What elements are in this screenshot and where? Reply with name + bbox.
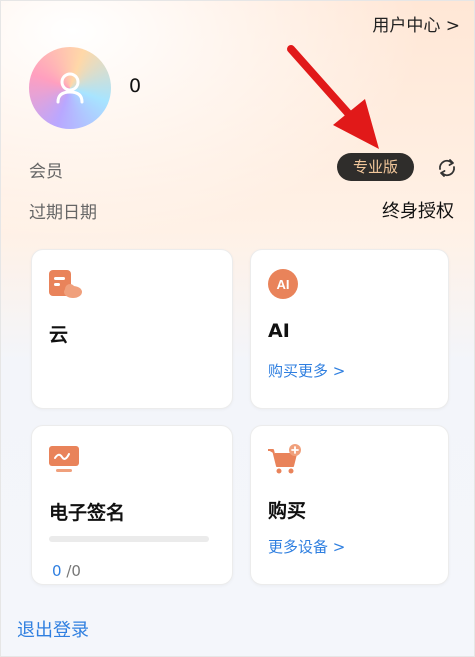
- svg-text:AI: AI: [277, 277, 290, 292]
- ai-title: AI: [268, 320, 290, 342]
- refresh-icon[interactable]: [436, 157, 458, 179]
- member-tier-badge: 专业版: [337, 153, 415, 181]
- avatar[interactable]: [29, 47, 111, 129]
- esign-title: 电子签名: [49, 502, 126, 524]
- esign-quota: 0 /0: [52, 562, 81, 580]
- expire-date-value: 终身授权: [382, 201, 454, 222]
- cloud-doc-icon: [49, 270, 82, 298]
- account-panel: 用户中心 > 0 会员 专业版 过期日期 终身授权 云 AI AI 购买更多 >…: [0, 0, 475, 657]
- expire-date-label: 过期日期: [29, 203, 97, 223]
- esign-monitor-icon: [49, 446, 79, 472]
- esign-used: 0: [52, 562, 62, 580]
- cart-plus-icon: [268, 444, 301, 474]
- ai-card[interactable]: AI AI 购买更多 >: [250, 249, 449, 409]
- annotation-arrow-icon: [287, 45, 379, 149]
- cloud-card[interactable]: 云: [31, 249, 233, 409]
- more-devices-link[interactable]: 更多设备 >: [268, 536, 345, 557]
- buy-more-link[interactable]: 购买更多 >: [268, 360, 345, 381]
- cloud-title: 云: [49, 324, 69, 346]
- ai-icon: AI: [268, 269, 298, 299]
- esign-total: /0: [66, 562, 81, 580]
- esign-quota-progress: [49, 536, 209, 542]
- buy-card[interactable]: 购买 更多设备 >: [250, 425, 449, 585]
- user-center-link[interactable]: 用户中心 >: [372, 11, 460, 36]
- member-label: 会员: [29, 162, 63, 182]
- user-avatar-icon: [56, 72, 84, 104]
- logout-link[interactable]: 退出登录: [17, 616, 89, 642]
- buy-title: 购买: [268, 500, 307, 522]
- esign-card[interactable]: 电子签名 0 /0: [31, 425, 233, 585]
- username: 0: [129, 75, 142, 97]
